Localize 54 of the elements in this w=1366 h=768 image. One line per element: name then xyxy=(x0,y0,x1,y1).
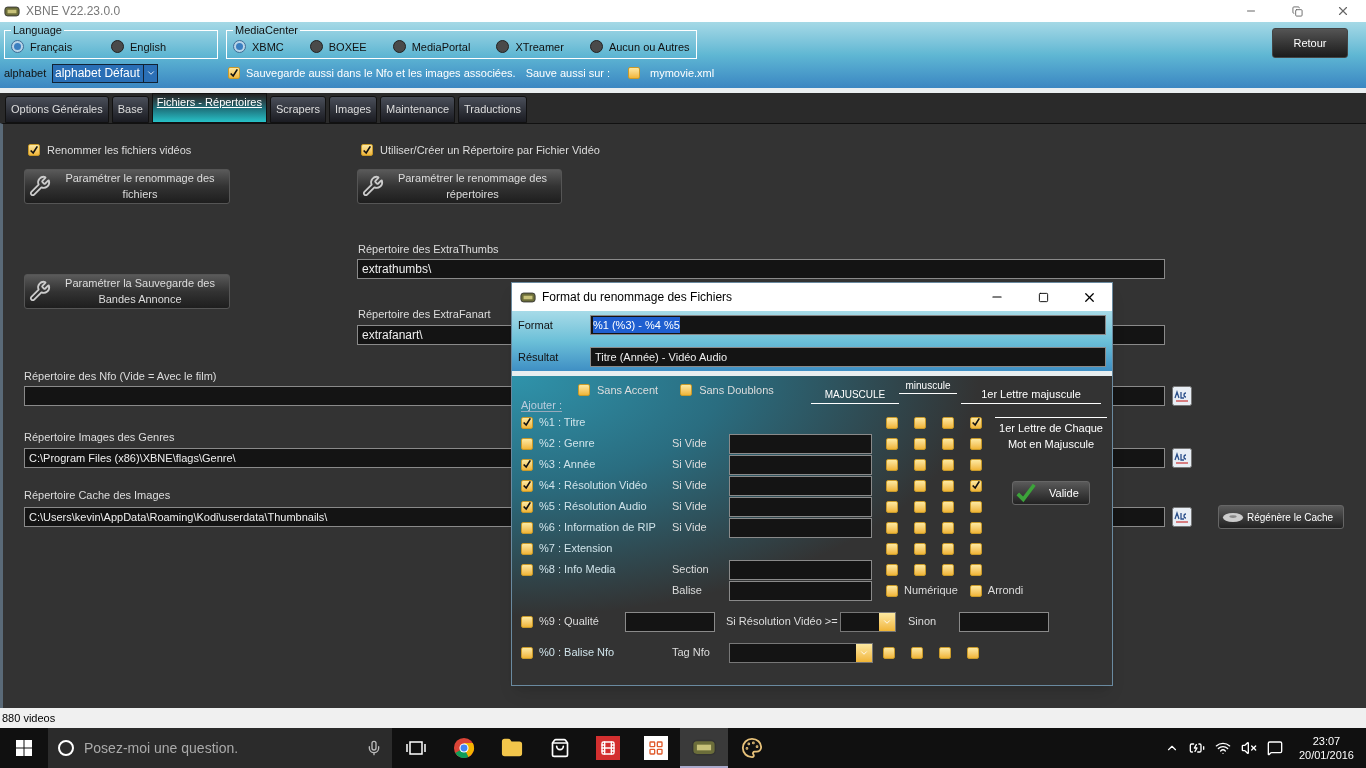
column-header: MAJUSCULE xyxy=(811,387,899,404)
field-label: Tag Nfo xyxy=(672,645,711,661)
checkbox-label: mymovie.xml xyxy=(650,65,715,81)
option-label: Arrondi xyxy=(987,583,1024,599)
field-label: Si Résolution Vidéo >= xyxy=(726,614,839,630)
radio-label: XTreamer xyxy=(515,39,564,55)
field-label: Balise xyxy=(672,583,703,599)
field-label: Si Vide xyxy=(672,499,708,515)
field-option-label: %4 : Résolution Vidéo xyxy=(539,478,648,494)
radio-label: XBMC xyxy=(252,39,284,55)
field-label: Format xyxy=(518,317,554,333)
field-option-label: %0 : Balise Nfo xyxy=(539,645,615,661)
window-title: XBNE V22.23.0.0 xyxy=(26,3,121,20)
field-option-label: %7 : Extension xyxy=(539,541,613,557)
column-header: minuscule xyxy=(899,378,957,394)
column-header: 1er Lettre de Chaque Mot en Majuscule xyxy=(995,417,1107,452)
option-label: Numérique xyxy=(904,583,958,599)
radio-label: BOXEE xyxy=(328,39,367,55)
radio-label: MediaPortal xyxy=(411,39,471,55)
group-label: MediaCenter xyxy=(234,23,299,38)
status-text: 880 videos xyxy=(2,710,56,726)
field-label: Si Vide xyxy=(672,520,708,536)
field-label: Répertoire des ExtraFanart xyxy=(358,307,491,322)
radio-label: Français xyxy=(30,39,73,55)
section-label: Ajouter : xyxy=(521,398,562,412)
checkbox-label: Renommer les fichiers vidéos xyxy=(47,143,192,158)
checkbox-label: Utiliser/Créer un Répertoire par Fichier Vidéo xyxy=(380,143,600,158)
radio-label: Aucun ou Autres xyxy=(608,39,690,55)
field-option-label: %5 : Résolution Audio xyxy=(539,499,647,515)
field-option-label: %9 : Qualité xyxy=(539,614,599,630)
field-label: Répertoire Cache des Images xyxy=(24,487,171,503)
option-label: Sans Accent xyxy=(597,383,659,398)
field-label: Si Vide xyxy=(672,457,708,473)
radio-label: English xyxy=(130,39,167,55)
field-option-label: %8 : Info Media xyxy=(539,562,616,578)
field-option-label: %3 : Année xyxy=(539,457,596,473)
option-label: Sans Doublons xyxy=(699,383,774,398)
field-option-label: %2 : Genre xyxy=(539,436,595,452)
field-label: Si Vide xyxy=(672,478,708,494)
field-label: Sinon xyxy=(908,614,938,630)
field-label: Répertoire des Nfo (Vide = Avec le film) xyxy=(24,368,217,384)
field-label: Section xyxy=(672,562,710,578)
field-option-label: %1 : Titre xyxy=(539,415,586,431)
column-header: 1er Lettre majuscule xyxy=(961,385,1101,404)
field-label: alphabet xyxy=(4,65,48,81)
group-label: Language xyxy=(12,23,63,38)
field-label: Sauve aussi sur : xyxy=(525,65,611,81)
field-option-label: %6 : Information de RIP xyxy=(539,520,656,536)
dialog-title: Format du renommage des Fichiers xyxy=(542,289,733,306)
field-label: Répertoire des ExtraThumbs xyxy=(358,241,499,257)
field-label: Si Vide xyxy=(672,436,708,452)
checkbox-label: Sauvegarde aussi dans le Nfo et les images associées. xyxy=(246,65,516,81)
field-label: Résultat xyxy=(518,349,560,365)
field-label: Répertoire Images des Genres xyxy=(24,430,175,445)
